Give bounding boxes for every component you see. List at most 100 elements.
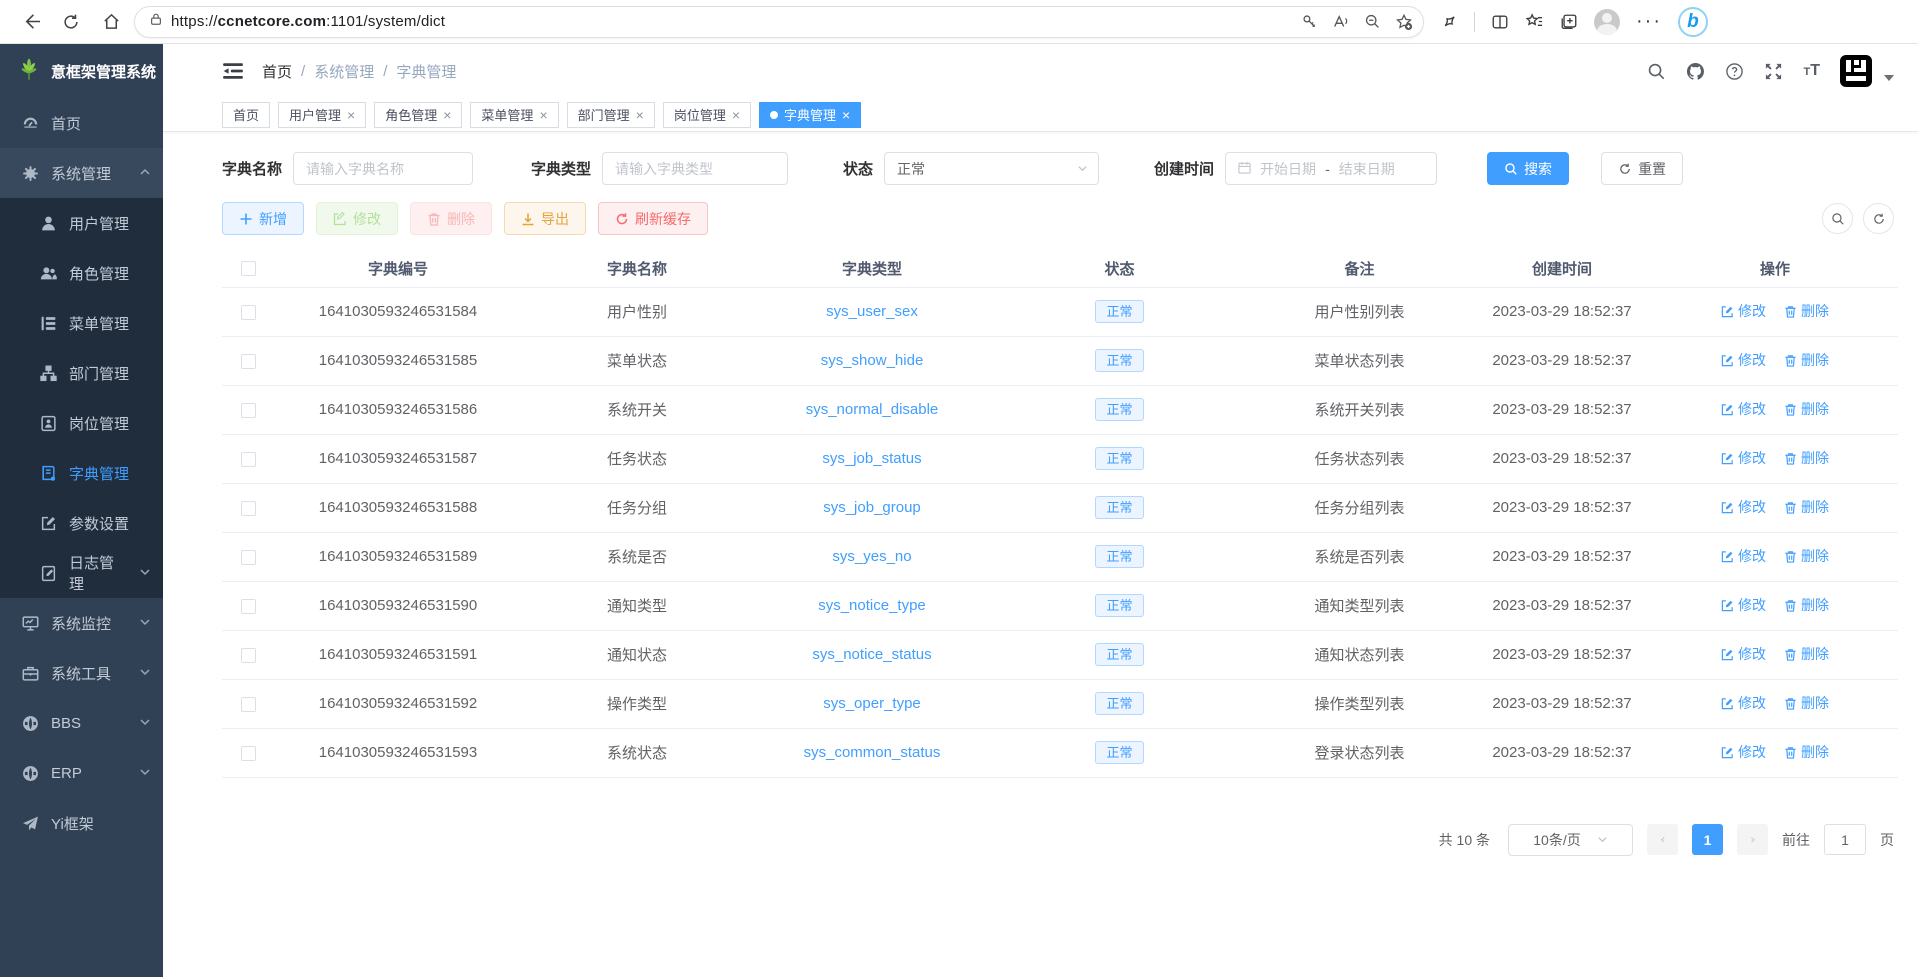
row-edit-link[interactable]: 修改 xyxy=(1721,301,1766,321)
row-delete-link[interactable]: 删除 xyxy=(1784,350,1829,370)
browser-back-icon[interactable] xyxy=(14,5,48,39)
row-checkbox[interactable] xyxy=(241,305,256,320)
favorites-bar-icon[interactable] xyxy=(1525,12,1544,31)
row-edit-link[interactable]: 修改 xyxy=(1721,546,1766,566)
page-size-select[interactable]: 10条/页 xyxy=(1508,824,1633,856)
sidebar-item-dept[interactable]: 部门管理 xyxy=(0,348,163,398)
dict-type-link[interactable]: sys_job_group xyxy=(823,499,921,516)
password-key-icon[interactable] xyxy=(1301,13,1318,30)
sidebar-item-param[interactable]: 参数设置 xyxy=(0,498,163,548)
fullscreen-icon[interactable] xyxy=(1764,62,1783,81)
sidebar-item-log[interactable]: 日志管理 xyxy=(0,548,163,598)
show-search-toggle-icon[interactable] xyxy=(1822,203,1853,234)
tab-close-icon[interactable]: × xyxy=(539,108,547,122)
collections-icon[interactable] xyxy=(1560,13,1578,31)
edit-button[interactable]: 修改 xyxy=(316,202,398,235)
browser-refresh-icon[interactable] xyxy=(54,5,88,39)
sidebar-item-monitor[interactable]: 系统监控 xyxy=(0,598,163,648)
row-checkbox[interactable] xyxy=(241,403,256,418)
avatar-caret-icon[interactable] xyxy=(1884,75,1894,81)
browser-essentials-icon[interactable] xyxy=(1440,13,1458,31)
row-checkbox[interactable] xyxy=(241,354,256,369)
row-delete-link[interactable]: 删除 xyxy=(1784,595,1829,615)
font-size-icon[interactable]: TT xyxy=(1803,62,1820,80)
user-avatar[interactable] xyxy=(1840,55,1872,87)
bing-chat-icon[interactable]: b xyxy=(1678,7,1708,37)
sidebar-item-dict[interactable]: 字典管理 xyxy=(0,448,163,498)
dict-type-link[interactable]: sys_notice_status xyxy=(812,646,931,663)
dict-type-input[interactable] xyxy=(602,152,788,185)
prev-page-button[interactable]: ‹ xyxy=(1647,824,1678,855)
row-checkbox[interactable] xyxy=(241,746,256,761)
row-edit-link[interactable]: 修改 xyxy=(1721,742,1766,762)
row-edit-link[interactable]: 修改 xyxy=(1721,595,1766,615)
browser-profile-avatar[interactable] xyxy=(1594,9,1620,35)
collapse-sidebar-icon[interactable] xyxy=(222,60,244,82)
tab-部门管理[interactable]: 部门管理× xyxy=(567,102,655,128)
tab-close-icon[interactable]: × xyxy=(732,108,740,122)
row-delete-link[interactable]: 删除 xyxy=(1784,497,1829,517)
dict-type-link[interactable]: sys_common_status xyxy=(804,744,941,761)
tab-close-icon[interactable]: × xyxy=(347,108,355,122)
sidebar-item-role[interactable]: 角色管理 xyxy=(0,248,163,298)
row-delete-link[interactable]: 删除 xyxy=(1784,644,1829,664)
date-range-picker[interactable]: 开始日期 - 结束日期 xyxy=(1225,152,1437,185)
split-screen-icon[interactable] xyxy=(1491,13,1509,31)
sidebar-item-post[interactable]: 岗位管理 xyxy=(0,398,163,448)
tab-close-icon[interactable]: × xyxy=(842,108,850,122)
dict-type-link[interactable]: sys_show_hide xyxy=(821,352,924,369)
reset-button[interactable]: 重置 xyxy=(1601,152,1683,185)
row-edit-link[interactable]: 修改 xyxy=(1721,644,1766,664)
row-delete-link[interactable]: 删除 xyxy=(1784,448,1829,468)
browser-menu-icon[interactable]: ··· xyxy=(1636,10,1662,33)
sidebar-item-system[interactable]: 系统管理 xyxy=(0,148,163,198)
github-icon[interactable] xyxy=(1686,62,1705,81)
sidebar-item-erp[interactable]: ERP xyxy=(0,748,163,798)
dict-type-link[interactable]: sys_notice_type xyxy=(818,597,926,614)
zoom-out-icon[interactable] xyxy=(1364,13,1381,30)
sidebar-item-menu[interactable]: 菜单管理 xyxy=(0,298,163,348)
dict-type-link[interactable]: sys_oper_type xyxy=(823,695,921,712)
row-checkbox[interactable] xyxy=(241,501,256,516)
tab-岗位管理[interactable]: 岗位管理× xyxy=(663,102,751,128)
sidebar-item-tool[interactable]: 系统工具 xyxy=(0,648,163,698)
read-aloud-icon[interactable] xyxy=(1332,13,1350,31)
next-page-button[interactable]: › xyxy=(1737,824,1768,855)
sidebar-item-bbs[interactable]: BBS xyxy=(0,698,163,748)
row-checkbox[interactable] xyxy=(241,550,256,565)
row-edit-link[interactable]: 修改 xyxy=(1721,448,1766,468)
breadcrumb-item[interactable]: 首页 xyxy=(262,61,292,82)
row-edit-link[interactable]: 修改 xyxy=(1721,693,1766,713)
browser-home-icon[interactable] xyxy=(94,5,128,39)
row-delete-link[interactable]: 删除 xyxy=(1784,693,1829,713)
goto-page-input[interactable] xyxy=(1824,824,1866,855)
tab-首页[interactable]: 首页 xyxy=(222,102,270,128)
row-edit-link[interactable]: 修改 xyxy=(1721,497,1766,517)
row-edit-link[interactable]: 修改 xyxy=(1721,399,1766,419)
header-search-icon[interactable] xyxy=(1647,62,1666,81)
dict-type-link[interactable]: sys_user_sex xyxy=(826,303,918,320)
dict-type-link[interactable]: sys_yes_no xyxy=(832,548,911,565)
row-checkbox[interactable] xyxy=(241,648,256,663)
select-all-checkbox[interactable] xyxy=(241,261,256,276)
row-checkbox[interactable] xyxy=(241,599,256,614)
row-edit-link[interactable]: 修改 xyxy=(1721,350,1766,370)
row-delete-link[interactable]: 删除 xyxy=(1784,546,1829,566)
tab-字典管理[interactable]: 字典管理× xyxy=(759,102,861,128)
dict-name-input[interactable] xyxy=(293,152,473,185)
dict-type-link[interactable]: sys_normal_disable xyxy=(806,401,939,418)
tab-close-icon[interactable]: × xyxy=(636,108,644,122)
help-icon[interactable] xyxy=(1725,62,1744,81)
tab-用户管理[interactable]: 用户管理× xyxy=(278,102,366,128)
row-delete-link[interactable]: 删除 xyxy=(1784,399,1829,419)
search-button[interactable]: 搜索 xyxy=(1487,152,1569,185)
delete-button[interactable]: 删除 xyxy=(410,202,492,235)
row-checkbox[interactable] xyxy=(241,452,256,467)
sidebar-item-home[interactable]: 首页 xyxy=(0,98,163,148)
dict-type-link[interactable]: sys_job_status xyxy=(822,450,921,467)
row-checkbox[interactable] xyxy=(241,697,256,712)
tab-close-icon[interactable]: × xyxy=(443,108,451,122)
status-select[interactable]: 正常 xyxy=(884,152,1099,185)
current-page-button[interactable]: 1 xyxy=(1692,824,1723,855)
add-favorite-icon[interactable] xyxy=(1395,13,1413,31)
